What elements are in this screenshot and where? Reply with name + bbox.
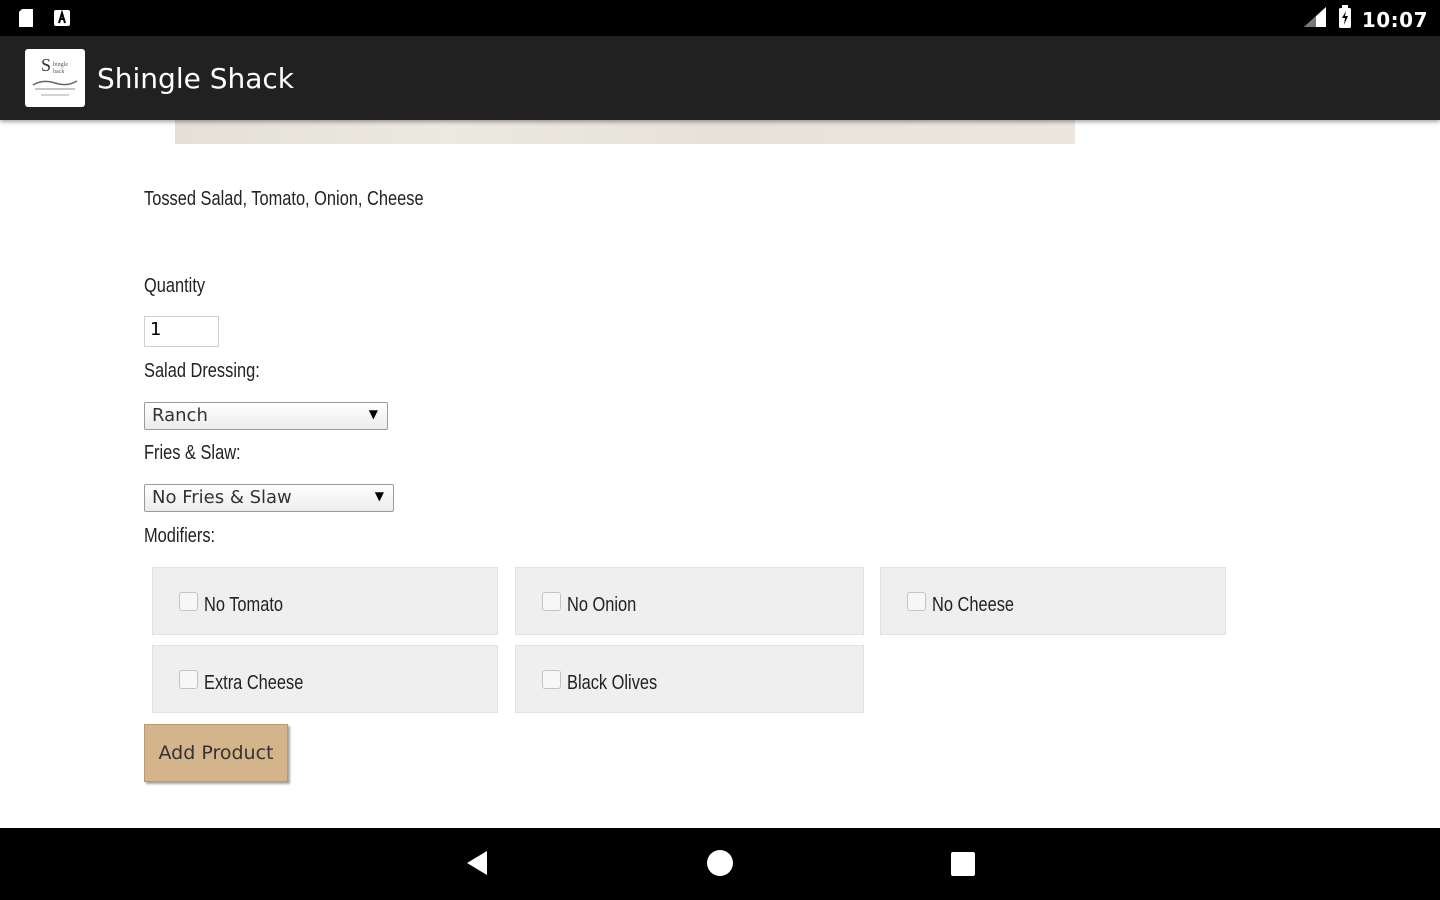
dropdown-arrow-icon: ▼ xyxy=(374,489,384,503)
home-icon[interactable] xyxy=(707,850,733,876)
dropdown-arrow-icon: ▼ xyxy=(368,407,378,421)
salad-dressing-label: Salad Dressing: xyxy=(144,360,260,382)
modifiers-label: Modifiers: xyxy=(144,525,216,547)
checkbox[interactable] xyxy=(179,592,198,611)
recents-icon[interactable] xyxy=(951,852,975,876)
product-image xyxy=(175,120,1075,144)
svg-text:S: S xyxy=(41,55,51,75)
fries-slaw-label: Fries & Slaw: xyxy=(144,442,241,464)
modifier-no-cheese[interactable]: No Cheese xyxy=(880,567,1226,635)
add-product-button[interactable]: Add Product xyxy=(144,724,288,782)
modifier-label: Black Olives xyxy=(567,672,658,694)
modifier-label: No Onion xyxy=(567,594,637,616)
battery-icon xyxy=(1338,5,1352,34)
navigation-bar xyxy=(0,828,1440,900)
checkbox[interactable] xyxy=(542,670,561,689)
salad-dressing-select[interactable]: Ranch ▼ xyxy=(144,402,388,430)
app-bar: S hingle hack Shingle Shack xyxy=(0,36,1440,120)
modifier-label: No Cheese xyxy=(932,594,1015,616)
modifier-extra-cheese[interactable]: Extra Cheese xyxy=(152,645,498,713)
modifier-label: Extra Cheese xyxy=(204,672,304,694)
back-icon[interactable] xyxy=(465,850,489,881)
modifier-no-onion[interactable]: No Onion xyxy=(515,567,864,635)
shingle-shack-logo-icon[interactable]: S hingle hack xyxy=(25,49,85,107)
product-description: Tossed Salad, Tomato, Onion, Cheese xyxy=(144,188,424,210)
checkbox[interactable] xyxy=(907,592,926,611)
svg-text:hack: hack xyxy=(53,69,64,75)
salad-dressing-value: Ranch xyxy=(152,405,208,426)
product-detail: Tossed Salad, Tomato, Onion, Cheese Quan… xyxy=(0,120,1440,828)
modifier-no-tomato[interactable]: No Tomato xyxy=(152,567,498,635)
status-bar: 10:07 xyxy=(0,0,1440,36)
signal-icon xyxy=(1302,5,1328,34)
quantity-label: Quantity xyxy=(144,275,206,297)
quantity-input[interactable]: 1 xyxy=(144,316,219,347)
clock: 10:07 xyxy=(1361,7,1428,32)
app-title: Shingle Shack xyxy=(97,62,295,95)
checkbox[interactable] xyxy=(179,670,198,689)
modifier-black-olives[interactable]: Black Olives xyxy=(515,645,864,713)
fries-slaw-value: No Fries & Slaw xyxy=(152,487,292,508)
svg-text:hingle: hingle xyxy=(53,62,68,68)
fries-slaw-select[interactable]: No Fries & Slaw ▼ xyxy=(144,484,394,512)
sd-card-icon xyxy=(16,8,36,33)
app-notification-icon xyxy=(52,8,72,33)
modifier-label: No Tomato xyxy=(204,594,284,616)
checkbox[interactable] xyxy=(542,592,561,611)
